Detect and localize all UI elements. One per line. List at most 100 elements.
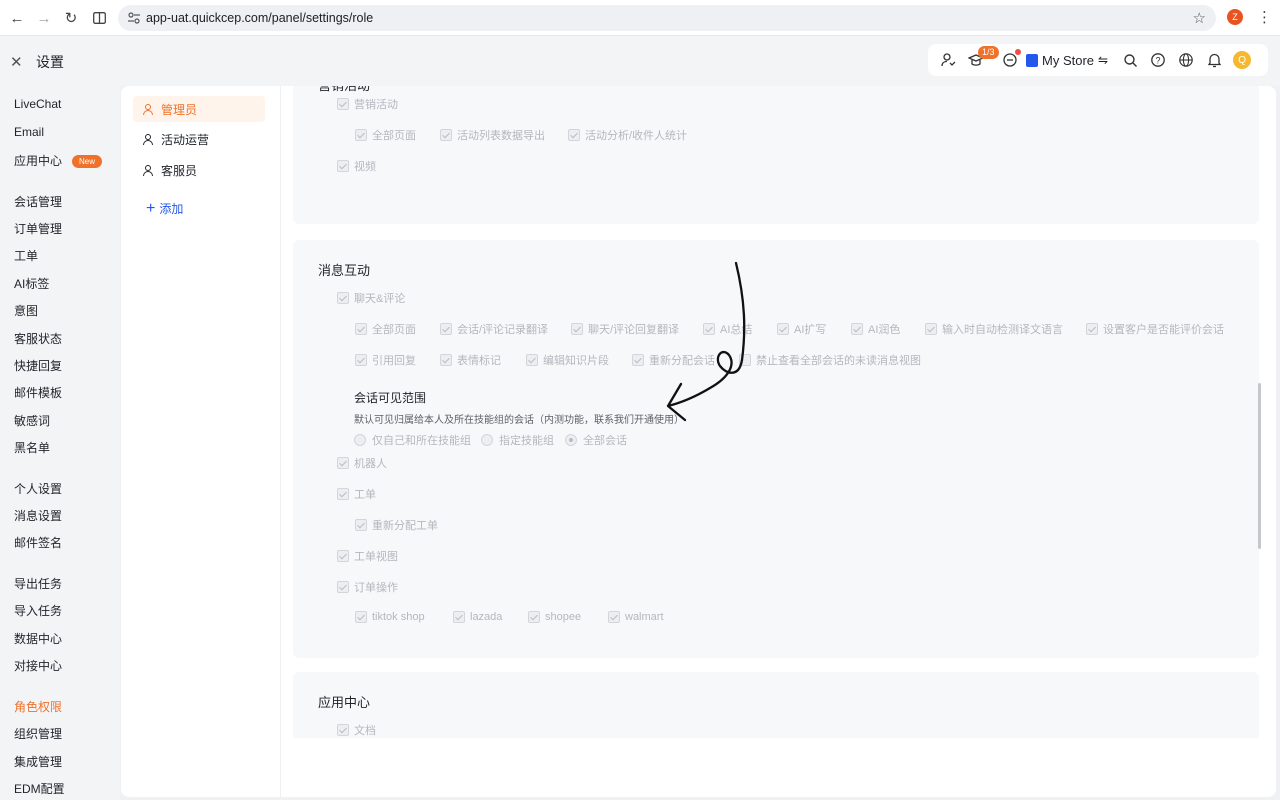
role-item-operations[interactable]: 活动运营: [133, 126, 265, 152]
checkbox[interactable]: [355, 354, 367, 366]
store-switcher[interactable]: My Store ⇋: [1026, 53, 1108, 68]
perm-emoji-mark[interactable]: 表情标记: [440, 352, 501, 368]
checkbox[interactable]: [337, 724, 349, 736]
address-bar[interactable]: app-uat.quickcep.com/panel/settings/role…: [118, 5, 1216, 31]
perm-marketing-all-pages[interactable]: 全部页面: [355, 127, 416, 143]
radio-button[interactable]: [481, 434, 493, 446]
checkbox[interactable]: [568, 129, 580, 141]
perm-marketing-video[interactable]: 视频: [337, 158, 376, 174]
globe-icon[interactable]: [1172, 46, 1200, 74]
bell-icon[interactable]: [1200, 46, 1228, 74]
radio-all-chats[interactable]: 全部会话: [565, 432, 627, 448]
checkbox[interactable]: [703, 323, 715, 335]
perm-tiktok[interactable]: tiktok shop: [355, 611, 425, 623]
nav-ai-tags[interactable]: AI标签: [14, 275, 49, 292]
checkbox[interactable]: [355, 519, 367, 531]
nav-message-settings[interactable]: 消息设置: [14, 507, 62, 524]
checkbox[interactable]: [528, 611, 540, 623]
checkbox[interactable]: [440, 354, 452, 366]
checkbox[interactable]: [739, 354, 751, 366]
checkbox[interactable]: [355, 129, 367, 141]
checkbox[interactable]: [355, 323, 367, 335]
perm-ai-expand[interactable]: AI扩写: [777, 321, 826, 337]
nav-app-center[interactable]: 应用中心 New: [14, 152, 103, 169]
nav-orders[interactable]: 订单管理: [14, 220, 62, 237]
perm-order-ops[interactable]: 订单操作: [337, 579, 398, 595]
nav-blacklist[interactable]: 黑名单: [14, 439, 50, 456]
nav-mail-template[interactable]: 邮件模板: [14, 384, 62, 401]
nav-quick-reply[interactable]: 快捷回复: [14, 357, 62, 374]
help-icon[interactable]: ?: [1144, 46, 1172, 74]
checkbox[interactable]: [453, 611, 465, 623]
perm-ai-polish[interactable]: AI润色: [851, 321, 900, 337]
graduation-cap-icon[interactable]: 1/3: [962, 46, 999, 74]
add-role-button[interactable]: + 添加: [146, 200, 183, 217]
checkbox[interactable]: [440, 129, 452, 141]
checkbox[interactable]: [337, 160, 349, 172]
perm-docs[interactable]: 文档: [337, 722, 376, 738]
perm-chat-review[interactable]: 聊天&评论: [337, 290, 405, 306]
checkbox[interactable]: [1086, 323, 1098, 335]
perm-reply-translate[interactable]: 聊天/评论回复翻译: [571, 321, 679, 337]
perm-allow-rating[interactable]: 设置客户是否能评价会话: [1086, 321, 1224, 337]
perm-no-unread-view[interactable]: 禁止查看全部会话的未读消息视图: [739, 352, 921, 368]
checkbox[interactable]: [526, 354, 538, 366]
perm-lazada[interactable]: lazada: [453, 611, 502, 623]
close-icon[interactable]: ✕: [10, 53, 23, 71]
perm-marketing-export[interactable]: 活动列表数据导出: [440, 127, 545, 143]
nav-organization[interactable]: 组织管理: [14, 725, 62, 742]
checkbox[interactable]: [632, 354, 644, 366]
bookmark-star-icon[interactable]: ☆: [1193, 9, 1206, 27]
nav-data-center[interactable]: 数据中心: [14, 630, 62, 647]
nav-integrations[interactable]: 集成管理: [14, 753, 62, 770]
search-icon[interactable]: [1116, 46, 1144, 74]
perm-chat-all-pages[interactable]: 全部页面: [355, 321, 416, 337]
user-switch-icon[interactable]: [934, 46, 962, 74]
checkbox[interactable]: [337, 550, 349, 562]
radio-specific-group[interactable]: 指定技能组: [481, 432, 554, 448]
browser-menu-icon[interactable]: ⋮: [1257, 8, 1272, 26]
perm-translate-history[interactable]: 会话/评论记录翻译: [440, 321, 548, 337]
perm-walmart[interactable]: walmart: [608, 611, 664, 623]
reload-icon[interactable]: ↻: [58, 5, 84, 31]
site-settings-icon[interactable]: [127, 11, 141, 25]
nav-sensitive-words[interactable]: 敏感词: [14, 412, 50, 429]
role-item-admin[interactable]: 管理员: [133, 96, 265, 122]
perm-shopee[interactable]: shopee: [528, 611, 581, 623]
perm-quote-reply[interactable]: 引用回复: [355, 352, 416, 368]
do-not-disturb-icon[interactable]: [996, 46, 1024, 74]
nav-intent[interactable]: 意图: [14, 302, 38, 319]
role-item-agent[interactable]: 客服员: [133, 157, 265, 183]
perm-auto-detect[interactable]: 输入时自动检测译文语言: [925, 321, 1063, 337]
radio-own-group[interactable]: 仅自己和所在技能组: [354, 432, 471, 448]
checkbox[interactable]: [777, 323, 789, 335]
checkbox[interactable]: [851, 323, 863, 335]
checkbox[interactable]: [608, 611, 620, 623]
nav-import-tasks[interactable]: 导入任务: [14, 602, 62, 619]
user-avatar[interactable]: Q: [1228, 46, 1256, 74]
browser-profile-avatar[interactable]: Z: [1227, 9, 1243, 25]
radio-button[interactable]: [565, 434, 577, 446]
nav-integration-center[interactable]: 对接中心: [14, 657, 62, 674]
checkbox[interactable]: [355, 611, 367, 623]
checkbox[interactable]: [571, 323, 583, 335]
nav-personal[interactable]: 个人设置: [14, 480, 62, 497]
checkbox[interactable]: [925, 323, 937, 335]
perm-edit-knowledge[interactable]: 编辑知识片段: [526, 352, 609, 368]
perm-robot[interactable]: 机器人: [337, 455, 387, 471]
perm-marketing-analysis[interactable]: 活动分析/收件人统计: [568, 127, 687, 143]
nav-email[interactable]: Email: [14, 125, 44, 139]
checkbox[interactable]: [337, 98, 349, 110]
perm-ai-summary[interactable]: AI总结: [703, 321, 752, 337]
nav-tickets[interactable]: 工单: [14, 247, 38, 264]
radio-button[interactable]: [354, 434, 366, 446]
nav-edm[interactable]: EDM配置: [14, 780, 65, 797]
nav-livechat[interactable]: LiveChat: [14, 97, 61, 111]
perm-ticket-view[interactable]: 工单视图: [337, 548, 398, 564]
url-text[interactable]: app-uat.quickcep.com/panel/settings/role: [146, 11, 373, 25]
nav-conversation[interactable]: 会话管理: [14, 193, 62, 210]
nav-agent-status[interactable]: 客服状态: [14, 330, 62, 347]
nav-roles[interactable]: 角色权限: [14, 698, 62, 715]
nav-mail-signature[interactable]: 邮件签名: [14, 534, 62, 551]
perm-reassign-chat[interactable]: 重新分配会话: [632, 352, 715, 368]
